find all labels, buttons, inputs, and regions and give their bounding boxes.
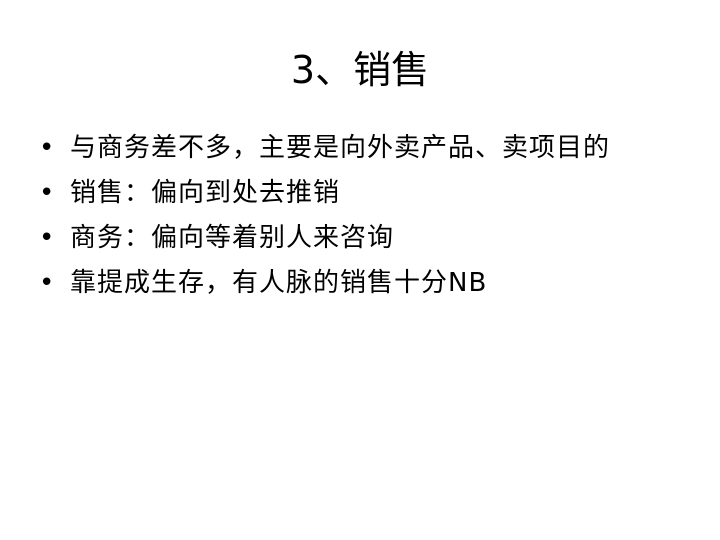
bullet-item: • 靠提成生存，有人脉的销售十分NB [36, 267, 676, 299]
bullet-dot-icon: • [39, 223, 56, 253]
slide: 3、销售 • 与商务差不多，主要是向外卖产品、卖项目的 • 销售：偏向到处去推销… [0, 0, 720, 540]
bullet-dot-icon: • [39, 268, 56, 298]
bullet-item: • 商务：偏向等着别人来咨询 [36, 222, 676, 254]
bullet-text: 商务：偏向等着别人来咨询 [70, 223, 395, 253]
bullet-item: • 销售：偏向到处去推销 [36, 177, 676, 209]
bullet-item: • 与商务差不多，主要是向外卖产品、卖项目的 [36, 132, 676, 164]
bullet-dot-icon: • [39, 178, 56, 208]
bullet-list: • 与商务差不多，主要是向外卖产品、卖项目的 • 销售：偏向到处去推销 • 商务… [36, 132, 676, 312]
slide-title: 3、销售 [290, 48, 430, 92]
bullet-dot-icon: • [39, 133, 56, 163]
bullet-text: 与商务差不多，主要是向外卖产品、卖项目的 [70, 133, 611, 163]
bullet-text: 销售：偏向到处去推销 [70, 178, 341, 208]
bullet-text: 靠提成生存，有人脉的销售十分NB [70, 268, 488, 298]
